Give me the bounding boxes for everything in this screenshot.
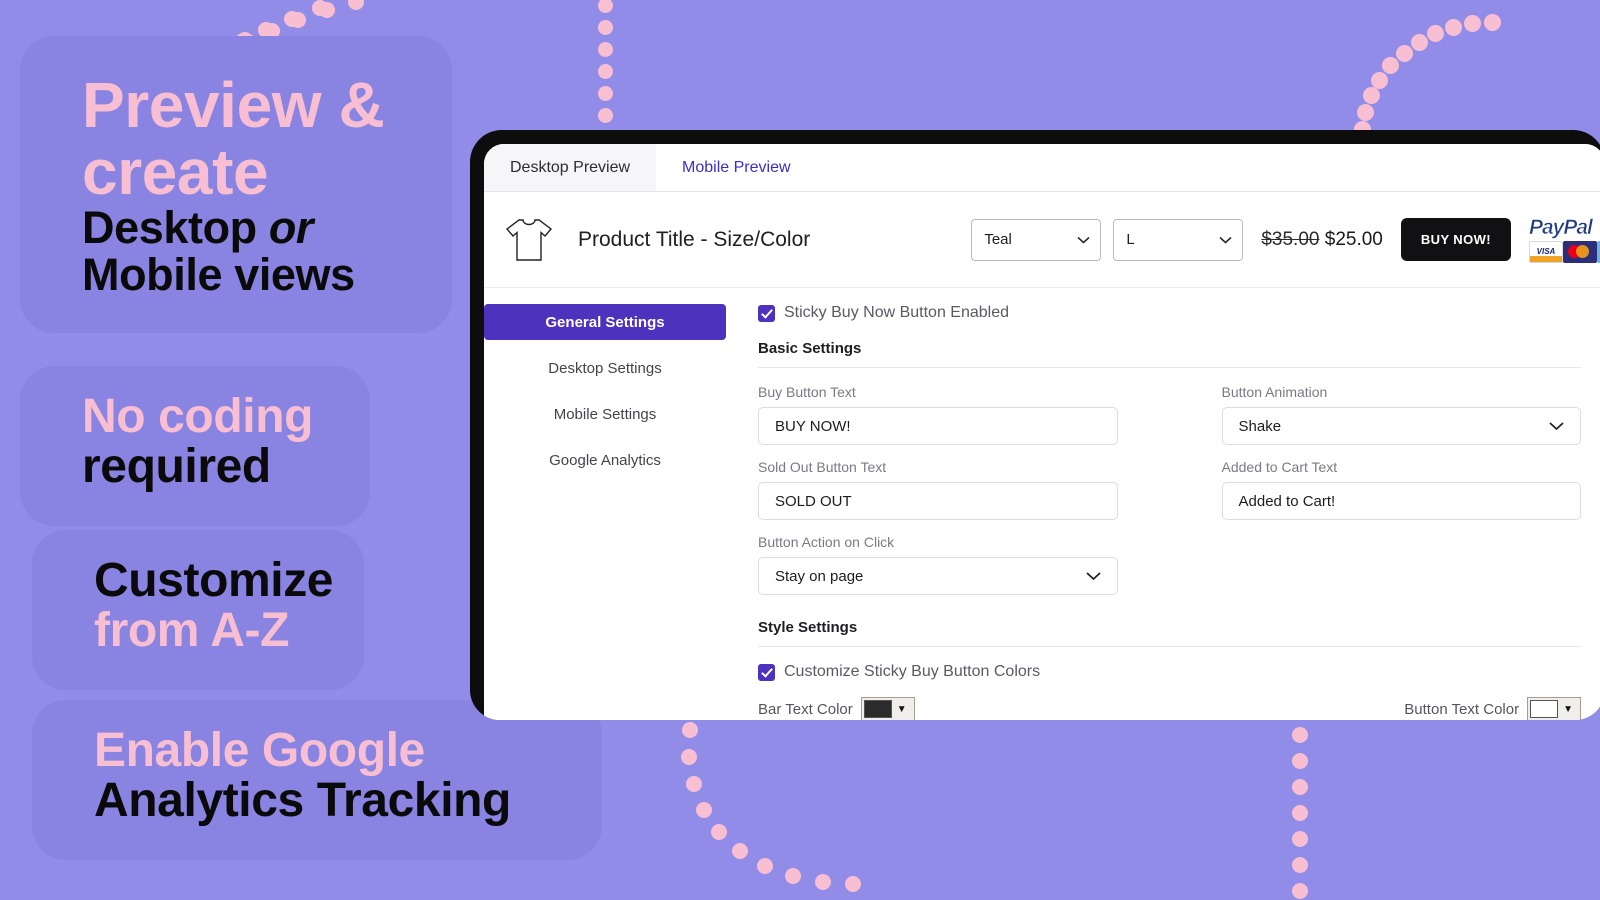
bar-text-color-field: Bar Text Color ▼ — [758, 697, 915, 720]
sidebar-item-google-analytics[interactable]: Google Analytics — [484, 442, 726, 478]
chevron-down-icon — [1077, 236, 1090, 244]
field-added-to-cart-text: Added to Cart Text Added to Cart! — [1221, 459, 1581, 520]
caret-down-icon: ▼ — [896, 703, 907, 715]
pill-nocode-line1: No coding — [82, 390, 314, 443]
variant-color-select[interactable]: Teal — [971, 218, 1102, 261]
added-to-cart-text-input[interactable]: Added to Cart! — [1221, 482, 1581, 520]
chevron-down-icon — [1219, 236, 1232, 244]
button-text-color-swatch — [1530, 700, 1559, 718]
price-display: $35.00 $25.00 — [1261, 229, 1383, 251]
button-animation-select[interactable]: Shake — [1221, 407, 1581, 445]
style-color-row: Bar Text Color ▼ Button Text Color ▼ — [758, 693, 1581, 720]
sold-out-button-text-label: Sold Out Button Text — [758, 459, 887, 475]
settings-area: General Settings Desktop Settings Mobile… — [484, 288, 1600, 720]
sidebar-item-desktop-settings[interactable]: Desktop Settings — [484, 350, 726, 386]
style-settings-divider — [758, 646, 1581, 647]
bar-text-color-label: Bar Text Color — [758, 700, 853, 718]
tab-desktop-preview[interactable]: Desktop Preview — [484, 144, 657, 191]
sticky-product-bar-preview: Product Title - Size/Color Teal L $35.00… — [484, 192, 1600, 288]
button-action-value: Stay on page — [775, 567, 864, 585]
credit-card-logos: VISA — [1529, 240, 1600, 263]
mastercard-icon — [1563, 240, 1597, 263]
product-title: Product Title - Size/Color — [578, 227, 811, 251]
field-sold-out-button-text: Sold Out Button Text SOLD OUT — [758, 459, 1118, 520]
buy-button-text-label: Buy Button Text — [758, 384, 856, 400]
sticky-enabled-row[interactable]: Sticky Buy Now Button Enabled — [758, 304, 1581, 322]
pill-no-coding: No coding required — [20, 366, 370, 526]
pill-customize: Customize from A-Z — [32, 530, 364, 690]
pill-preview-line3b: or — [268, 202, 314, 254]
button-animation-value: Shake — [1238, 417, 1282, 435]
paypal-wordmark: PayPal — [1529, 216, 1593, 239]
buy-now-button[interactable]: BUY NOW! — [1400, 218, 1511, 261]
sold-out-button-text-input[interactable]: SOLD OUT — [758, 482, 1118, 520]
pill-nocode-line2: required — [82, 439, 271, 493]
tshirt-icon — [505, 218, 553, 261]
pill-preview-line2: create — [82, 135, 269, 208]
price-current: $25.00 — [1324, 228, 1383, 250]
pill-customize-line2: from A-Z — [94, 603, 289, 657]
sticky-enabled-checkbox[interactable] — [758, 304, 775, 322]
added-to-cart-text-label: Added to Cart Text — [1221, 459, 1338, 475]
button-text-color-field: Button Text Color ▼ — [1404, 697, 1581, 720]
sidebar-item-general-settings[interactable]: General Settings — [484, 304, 726, 340]
customize-colors-label: Customize Sticky Buy Button Colors — [784, 663, 1041, 680]
field-buy-button-text: Buy Button Text BUY NOW! — [758, 384, 1118, 445]
chevron-down-icon — [1549, 422, 1564, 431]
variant-color-value: Teal — [984, 231, 1012, 248]
button-action-select[interactable]: Stay on page — [758, 557, 1118, 595]
pill-preview-line3a: Desktop — [82, 202, 269, 254]
pill-analytics-line2: Analytics Tracking — [94, 773, 511, 827]
pill-preview-line3: Desktop or — [82, 202, 408, 254]
button-action-label: Button Action on Click — [758, 534, 895, 550]
product-bar-controls: Teal L $35.00 $25.00 BUY NOW! PayPal VIS… — [971, 217, 1600, 263]
button-text-color-label: Button Text Color — [1404, 700, 1520, 718]
pill-analytics-line1: Enable Google — [94, 724, 425, 777]
promo-graphic: Preview & create Desktop or Mobile views… — [0, 0, 1600, 900]
pill-google-analytics: Enable Google Analytics Tracking — [32, 700, 602, 860]
customize-colors-row[interactable]: Customize Sticky Buy Button Colors — [758, 663, 1581, 681]
sticky-enabled-label: Sticky Buy Now Button Enabled — [784, 304, 1010, 321]
variant-size-value: L — [1126, 231, 1135, 248]
field-button-animation: Button Animation Shake — [1221, 384, 1581, 445]
basic-settings-column-right: Button Animation Shake Added to Cart Tex… — [1221, 384, 1581, 609]
sidebar-item-mobile-settings[interactable]: Mobile Settings — [484, 396, 726, 432]
chevron-down-icon — [1085, 572, 1101, 581]
settings-sidebar: General Settings Desktop Settings Mobile… — [484, 288, 734, 720]
buy-button-text-input[interactable]: BUY NOW! — [758, 407, 1118, 445]
customize-colors-checkbox[interactable] — [758, 663, 775, 681]
settings-panel: Sticky Buy Now Button Enabled Basic Sett… — [734, 288, 1600, 720]
style-settings-heading: Style Settings — [758, 619, 858, 636]
preview-tab-bar: Desktop Preview Mobile Preview — [484, 144, 1600, 192]
basic-settings-grid: Buy Button Text BUY NOW! Sold Out Button… — [758, 384, 1581, 609]
tab-mobile-preview[interactable]: Mobile Preview — [656, 144, 816, 191]
pill-preview-create: Preview & create Desktop or Mobile views — [20, 36, 452, 333]
basic-settings-heading: Basic Settings — [758, 340, 862, 357]
paypal-badge: PayPal VISA — [1529, 217, 1600, 263]
tablet-device-frame: Desktop Preview Mobile Preview Product T… — [470, 130, 1600, 720]
basic-settings-column-left: Buy Button Text BUY NOW! Sold Out Button… — [758, 384, 1118, 609]
pill-preview-line1: Preview & — [82, 69, 385, 141]
visa-icon: VISA — [1529, 240, 1563, 263]
pill-customize-line1: Customize — [94, 554, 334, 607]
bar-text-color-picker[interactable]: ▼ — [860, 697, 915, 720]
variant-size-select[interactable]: L — [1113, 218, 1244, 261]
price-compare-at: $35.00 — [1261, 228, 1320, 250]
pill-preview-line4: Mobile views — [82, 248, 355, 300]
button-text-color-picker[interactable]: ▼ — [1527, 697, 1581, 720]
bar-text-color-swatch — [863, 700, 892, 718]
app-screen: Desktop Preview Mobile Preview Product T… — [484, 144, 1600, 720]
button-animation-label: Button Animation — [1221, 384, 1328, 400]
caret-down-icon: ▼ — [1563, 703, 1573, 715]
basic-settings-divider — [758, 367, 1581, 368]
field-button-action-on-click: Button Action on Click Stay on page — [758, 534, 1118, 595]
